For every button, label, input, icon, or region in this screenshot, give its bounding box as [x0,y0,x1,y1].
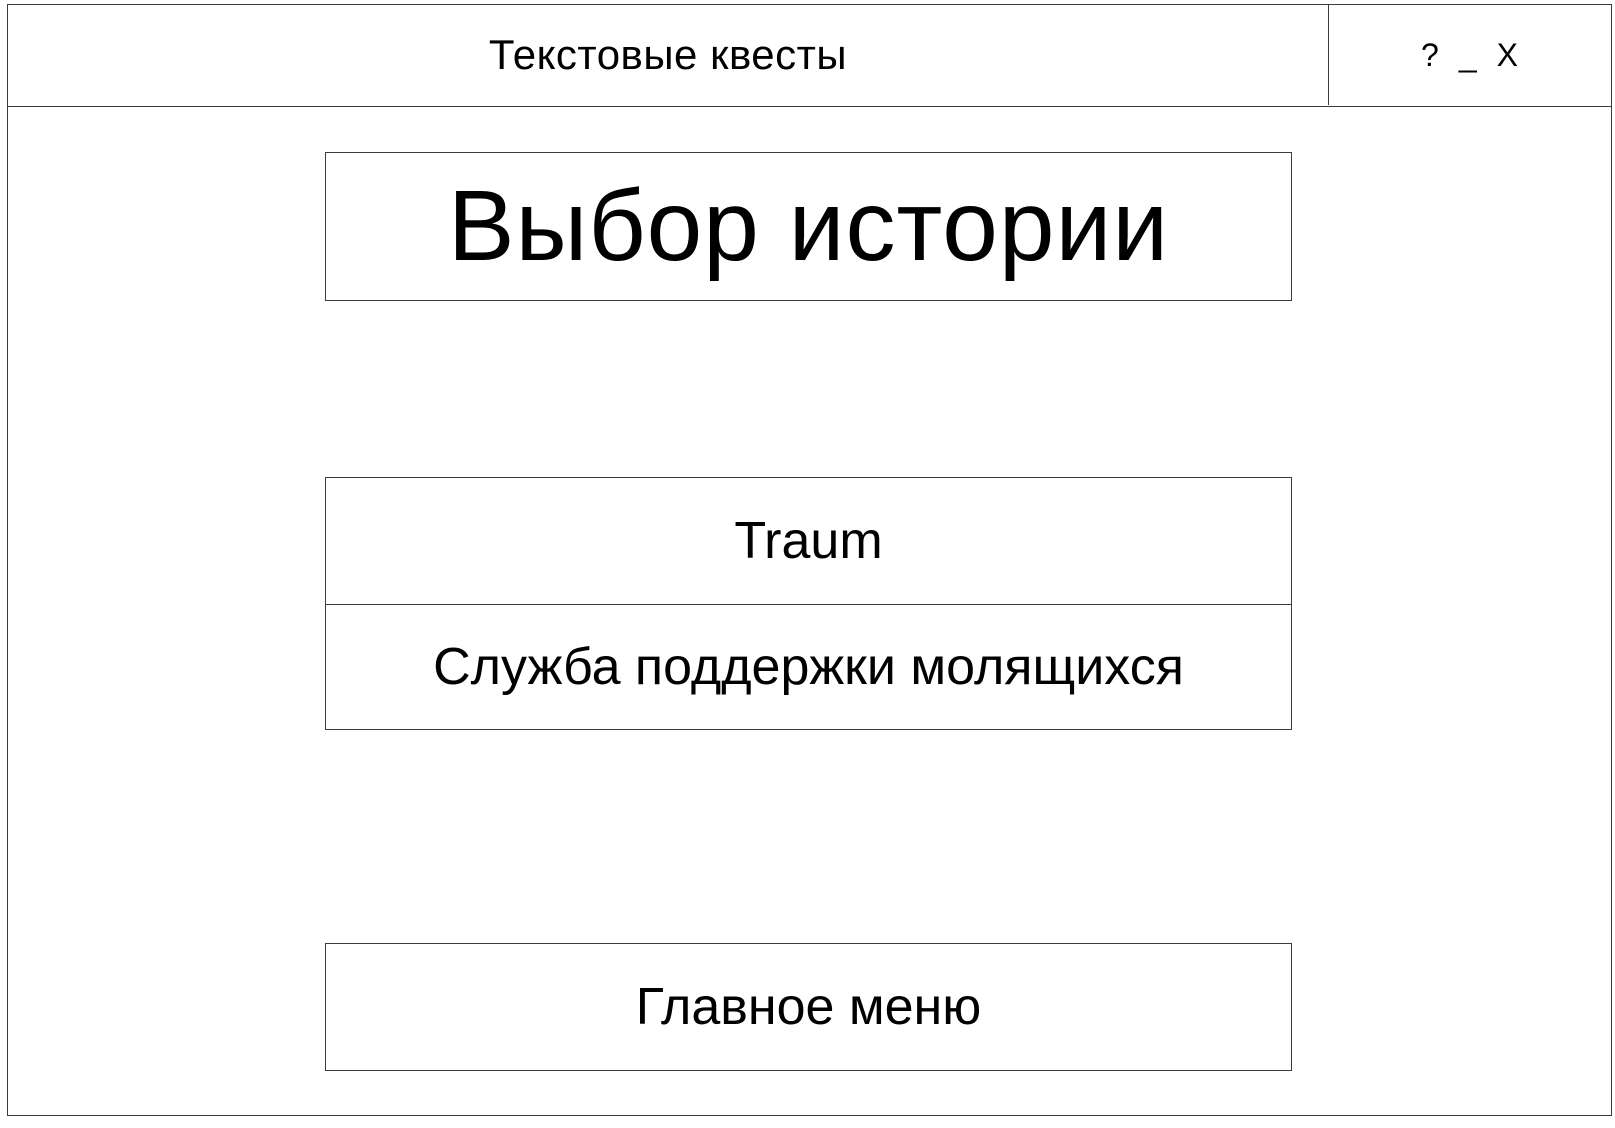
main-menu-button[interactable]: Главное меню [325,943,1292,1071]
window-controls: ? _ X [1328,5,1610,105]
window-title: Текстовые квесты [488,31,848,78]
help-button[interactable]: ? [1421,39,1439,71]
story-item-traum[interactable]: Traum [326,478,1291,605]
story-item-prayer-support[interactable]: Служба поддержки молящихся [326,605,1291,729]
minimize-button[interactable]: _ [1459,39,1477,71]
story-list: Traum Служба поддержки молящихся [325,477,1292,730]
page-title: Выбор истории [325,152,1292,301]
close-button[interactable]: X [1497,39,1518,71]
title-bar: Текстовые квесты ? _ X [8,5,1611,107]
